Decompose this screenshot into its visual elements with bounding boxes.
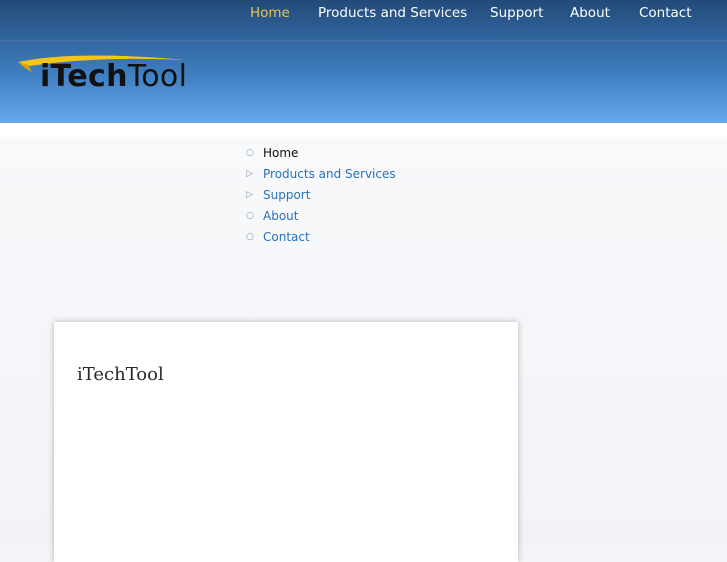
- sub-menu-link-contact[interactable]: Contact: [263, 230, 310, 244]
- sub-menu-item-contact: ○ Contact: [246, 226, 396, 247]
- logo-text-bold: iTech: [40, 59, 128, 94]
- sub-menu-item-products-and-services: ▷ Products and Services: [246, 163, 396, 184]
- top-nav-about[interactable]: About: [570, 5, 610, 21]
- triangle-bullet-icon: ▷: [246, 189, 253, 200]
- top-nav-home[interactable]: Home: [250, 5, 290, 21]
- header-sheen: [0, 40, 727, 42]
- sub-menu-link-products-and-services[interactable]: Products and Services: [263, 167, 396, 181]
- secondary-menu: ○ Home ▷ Products and Services ▷ Support…: [246, 142, 396, 247]
- sub-menu-link-home[interactable]: Home: [263, 146, 298, 160]
- header-divider-band: [0, 123, 727, 137]
- top-nav-contact[interactable]: Contact: [639, 5, 692, 21]
- top-nav-support[interactable]: Support: [490, 5, 543, 21]
- logo-text: iTechTool: [40, 57, 187, 97]
- content-card: iTechTool: [54, 322, 518, 562]
- circle-bullet-icon: ○: [246, 147, 254, 158]
- card-title: iTechTool: [77, 364, 164, 385]
- sub-menu-link-support[interactable]: Support: [263, 188, 310, 202]
- sub-menu-item-home: ○ Home: [246, 142, 396, 163]
- site-header: iTechTool Home Products and Services Sup…: [0, 0, 727, 123]
- top-nav-products-and-services[interactable]: Products and Services: [318, 5, 467, 21]
- circle-bullet-icon: ○: [246, 210, 254, 221]
- sub-menu-item-about: ○ About: [246, 205, 396, 226]
- logo-text-light: Tool: [127, 59, 188, 94]
- triangle-bullet-icon: ▷: [246, 168, 253, 179]
- site-logo[interactable]: iTechTool: [16, 50, 236, 95]
- sub-menu-item-support: ▷ Support: [246, 184, 396, 205]
- sub-menu-link-about[interactable]: About: [263, 209, 298, 223]
- circle-bullet-icon: ○: [246, 231, 254, 242]
